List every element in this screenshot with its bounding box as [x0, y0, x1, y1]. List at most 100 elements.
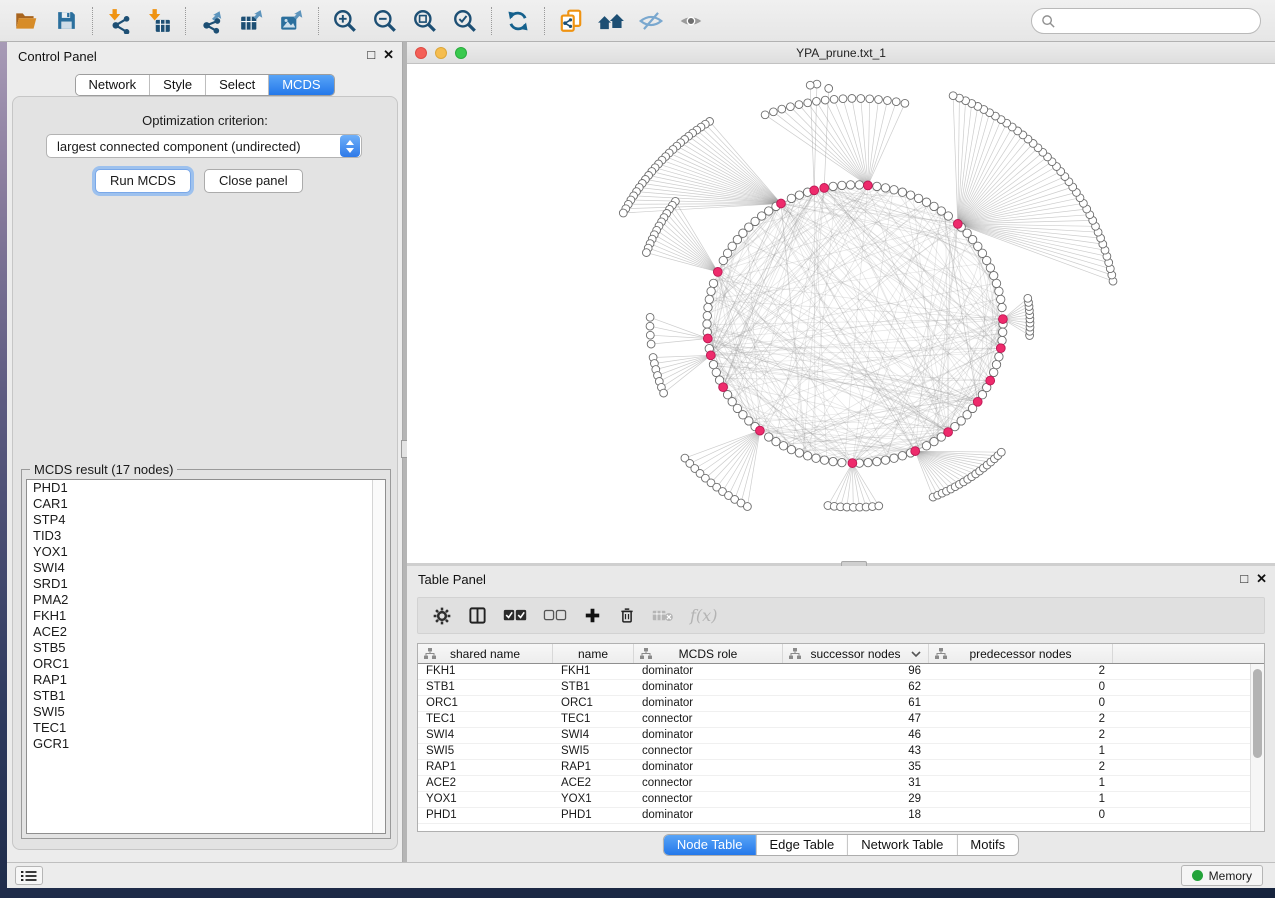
zoom-fit-icon	[412, 8, 438, 34]
export-image-icon	[279, 8, 305, 34]
list-item[interactable]: STB1	[27, 688, 385, 704]
zoom-in-button[interactable]	[325, 3, 365, 39]
export-network-button[interactable]	[192, 3, 232, 39]
show-all-button[interactable]	[671, 3, 711, 39]
tab-style[interactable]: Style	[150, 75, 206, 95]
list-item[interactable]: GCR1	[27, 736, 385, 752]
table-cell: 0	[929, 696, 1113, 711]
delete-row-button[interactable]	[618, 606, 636, 625]
function-builder-button[interactable]: f(x)	[690, 606, 717, 625]
tab-network[interactable]: Network	[75, 75, 150, 95]
table-cell	[1113, 664, 1264, 679]
column-header-successor-nodes[interactable]: successor nodes	[783, 644, 929, 663]
list-item[interactable]: RAP1	[27, 672, 385, 688]
zoom-out-button[interactable]	[365, 3, 405, 39]
table-row[interactable]: TEC1TEC1connector472	[418, 712, 1264, 728]
list-item[interactable]: STB5	[27, 640, 385, 656]
table-row[interactable]: RAP1RAP1dominator352	[418, 760, 1264, 776]
network-canvas[interactable]	[407, 64, 1275, 563]
table-cell: PHD1	[418, 808, 553, 823]
delete-table-button[interactable]	[652, 608, 674, 623]
run-mcds-button[interactable]: Run MCDS	[95, 169, 191, 193]
deselect-all-rows-button[interactable]	[543, 608, 567, 623]
float-panel-icon[interactable]: □	[1240, 571, 1248, 587]
table-cell: SWI5	[553, 744, 634, 759]
hide-selected-button[interactable]	[631, 3, 671, 39]
list-item[interactable]: ORC1	[27, 656, 385, 672]
tab-network-table[interactable]: Network Table	[848, 835, 957, 855]
table-cell: connector	[634, 712, 783, 727]
tab-node-table[interactable]: Node Table	[664, 835, 757, 855]
export-table-button[interactable]	[232, 3, 272, 39]
table-cell: 1	[929, 744, 1113, 759]
mcds-list-scrollbar[interactable]	[372, 480, 385, 833]
list-item[interactable]: YOX1	[27, 544, 385, 560]
table-cell: FKH1	[418, 664, 553, 679]
close-panel-icon[interactable]: ✕	[383, 47, 394, 63]
list-item[interactable]: PMA2	[27, 592, 385, 608]
table-row[interactable]: FKH1FKH1dominator962	[418, 664, 1264, 680]
network-graph[interactable]	[407, 64, 1275, 563]
memory-button[interactable]: Memory	[1181, 865, 1263, 886]
table-cell: YOX1	[418, 792, 553, 807]
column-settings-button[interactable]	[432, 606, 452, 626]
mcds-result-list[interactable]: PHD1CAR1STP4TID3YOX1SWI4SRD1PMA2FKH1ACE2…	[26, 479, 386, 834]
search-input[interactable]	[1056, 11, 1260, 31]
open-file-button[interactable]	[6, 3, 46, 39]
task-history-button[interactable]	[15, 866, 43, 885]
list-item[interactable]: PHD1	[27, 480, 385, 496]
table-row[interactable]: PHD1PHD1dominator180	[418, 808, 1264, 824]
zoom-selected-button[interactable]	[445, 3, 485, 39]
list-item[interactable]: SWI5	[27, 704, 385, 720]
table-row[interactable]: SWI4SWI4dominator462	[418, 728, 1264, 744]
clone-network-button[interactable]	[551, 3, 591, 39]
tab-mcds[interactable]: MCDS	[269, 75, 333, 95]
refresh-view-button[interactable]	[498, 3, 538, 39]
tab-edge-table[interactable]: Edge Table	[756, 835, 848, 855]
eye-icon	[678, 8, 704, 34]
table-row[interactable]: ACE2ACE2connector311	[418, 776, 1264, 792]
list-item[interactable]: ACE2	[27, 624, 385, 640]
list-item[interactable]: FKH1	[27, 608, 385, 624]
table-cell: dominator	[634, 664, 783, 679]
scrollbar-thumb[interactable]	[1253, 669, 1262, 758]
close-panel-icon[interactable]: ✕	[1256, 571, 1267, 587]
list-item[interactable]: CAR1	[27, 496, 385, 512]
table-row[interactable]: ORC1ORC1dominator610	[418, 696, 1264, 712]
tab-motifs[interactable]: Motifs	[957, 835, 1018, 855]
search-box[interactable]	[1031, 8, 1261, 34]
list-item[interactable]: TID3	[27, 528, 385, 544]
criterion-dropdown[interactable]: largest connected component (undirected)	[46, 134, 362, 158]
list-item[interactable]: SRD1	[27, 576, 385, 592]
table-cell: YOX1	[553, 792, 634, 807]
list-item[interactable]: STP4	[27, 512, 385, 528]
table-row[interactable]: SWI5SWI5connector431	[418, 744, 1264, 760]
list-item[interactable]: TEC1	[27, 720, 385, 736]
toolbar-separator	[491, 7, 492, 35]
search-icon	[1041, 14, 1056, 29]
table-row[interactable]: YOX1YOX1connector291	[418, 792, 1264, 808]
export-image-button[interactable]	[272, 3, 312, 39]
status-bar: Memory	[7, 862, 1275, 888]
float-panel-icon[interactable]: □	[367, 47, 375, 63]
import-network-button[interactable]	[99, 3, 139, 39]
column-header-shared-name[interactable]: shared name	[418, 644, 553, 663]
select-all-rows-button[interactable]	[503, 608, 527, 623]
list-item[interactable]: SWI4	[27, 560, 385, 576]
save-session-button[interactable]	[46, 3, 86, 39]
zoom-selected-icon	[452, 8, 478, 34]
column-header-predecessor-nodes[interactable]: predecessor nodes	[929, 644, 1113, 663]
network-view-titlebar[interactable]: YPA_prune.txt_1	[407, 42, 1275, 64]
split-view-button[interactable]	[468, 606, 487, 625]
first-neighbors-button[interactable]	[591, 3, 631, 39]
column-header-name[interactable]: name	[553, 644, 634, 663]
tab-select[interactable]: Select	[206, 75, 269, 95]
table-scrollbar[interactable]	[1250, 664, 1264, 831]
import-table-button[interactable]	[139, 3, 179, 39]
table-row[interactable]: STB1STB1dominator620	[418, 680, 1264, 696]
close-panel-button[interactable]: Close panel	[204, 169, 303, 193]
zoom-fit-button[interactable]	[405, 3, 445, 39]
table-cell: 35	[783, 760, 929, 775]
add-row-button[interactable]	[583, 606, 602, 625]
column-header-mcds-role[interactable]: MCDS role	[634, 644, 783, 663]
